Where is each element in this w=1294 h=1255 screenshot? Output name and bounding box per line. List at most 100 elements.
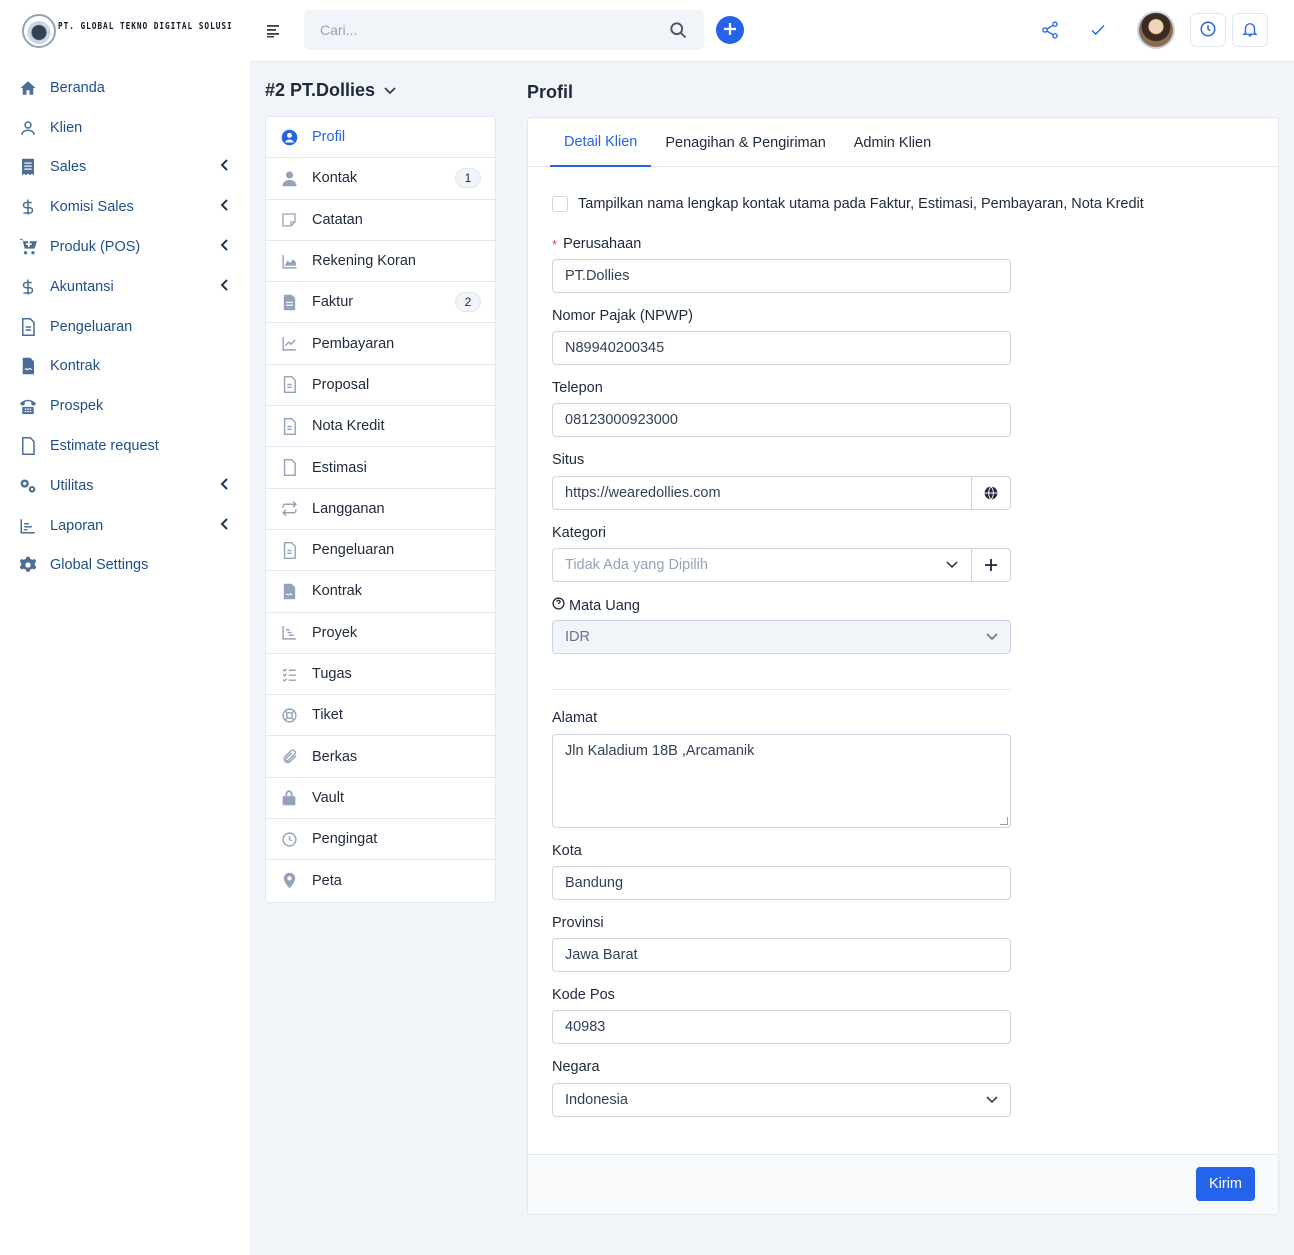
tab-catatan[interactable]: Catatan (266, 200, 495, 241)
file-icon (18, 436, 38, 456)
sidebar-item-label: Pengeluaran (50, 318, 133, 335)
category-select[interactable]: Tidak Ada yang Dipilih (552, 548, 1011, 582)
sidebar-item-akuntansi[interactable]: Akuntansi (0, 267, 250, 307)
sidebar-item-prospek[interactable]: Prospek (0, 386, 250, 426)
tab-label: Nota Kredit (312, 418, 385, 435)
sidebar-item-sales[interactable]: Sales (0, 148, 250, 188)
submit-button[interactable]: Kirim (1195, 1167, 1255, 1201)
country-value: Indonesia (565, 1092, 628, 1108)
sidebar-item-estimate-request[interactable]: Estimate request (0, 426, 250, 466)
tab-tugas[interactable]: Tugas (266, 654, 495, 696)
city-field[interactable]: Bandung (552, 866, 1011, 900)
tab-pembayaran[interactable]: Pembayaran (266, 323, 495, 365)
client-tab-list: Profil Kontak 1 Catatan Rekening Koran F… (265, 116, 496, 903)
tab-profil[interactable]: Profil (266, 117, 495, 159)
currency-label-text: Mata Uang (569, 597, 640, 614)
client-title[interactable]: #2 PT.Dollies (265, 80, 397, 101)
company-field[interactable]: PT.Dollies (552, 259, 1011, 293)
tab-faktur[interactable]: Faktur 2 (266, 282, 495, 324)
sidebar-item-beranda[interactable]: Beranda (0, 68, 250, 108)
tab-kontak[interactable]: Kontak 1 (266, 158, 495, 200)
client-name: #2 PT.Dollies (265, 80, 376, 100)
tab-label: Tugas (312, 666, 352, 682)
tab-berkas[interactable]: Berkas (266, 736, 495, 778)
tab-label: Pengeluaran (312, 542, 395, 559)
sidebar-item-produk[interactable]: Produk (POS) (0, 227, 250, 267)
tab-detail-klien[interactable]: Detail Klien (550, 118, 652, 167)
address-field[interactable]: Jln Kaladium 18B ,Arcamanik (552, 734, 1011, 828)
city-label: Kota (552, 843, 582, 859)
address-label: Alamat (552, 710, 598, 726)
sidebar-item-pengeluaran[interactable]: Pengeluaran (0, 307, 250, 347)
sidebar-item-kontrak[interactable]: Kontrak (0, 347, 250, 387)
plus-icon (723, 22, 737, 39)
show-primary-contact-checkbox[interactable] (552, 196, 568, 212)
currency-label: Mata Uang (552, 597, 640, 614)
notifications-button[interactable] (1232, 13, 1268, 47)
search-icon[interactable] (668, 20, 688, 40)
cogs-icon (18, 476, 38, 496)
sidebar-item-klien[interactable]: Klien (0, 108, 250, 148)
show-primary-contact-option[interactable]: Tampilkan nama lengkap kontak utama pada… (552, 196, 1144, 212)
category-placeholder: Tidak Ada yang Dipilih (565, 557, 708, 573)
quick-create-button[interactable] (716, 16, 744, 44)
tab-tiket[interactable]: Tiket (266, 695, 495, 737)
sidebar-item-global-settings[interactable]: Global Settings (0, 546, 250, 586)
sidebar-item-label: Akuntansi (50, 278, 114, 295)
lifebuoy-icon (280, 706, 298, 724)
tab-proyek[interactable]: Proyek (266, 613, 495, 654)
sidebar-item-utilitas[interactable]: Utilitas (0, 466, 250, 506)
topbar: Cari... (250, 0, 1294, 62)
search-placeholder: Cari... (320, 22, 358, 38)
resize-handle-icon[interactable] (1000, 817, 1008, 825)
check-icon[interactable] (1086, 18, 1110, 42)
menu-icon[interactable] (266, 22, 284, 40)
tab-nota-kredit[interactable]: Nota Kredit (266, 406, 495, 448)
sidebar-item-label: Global Settings (50, 557, 149, 574)
tab-label: Rekening Koran (312, 253, 416, 270)
add-category-button[interactable] (971, 549, 1010, 581)
currency-value: IDR (565, 629, 590, 645)
chart-icon (18, 516, 38, 536)
vat-field[interactable]: N89940200345 (552, 331, 1011, 365)
company-name: PT. GLOBAL TEKNO DIGITAL SOLUSI (58, 20, 233, 32)
search-input[interactable]: Cari... (304, 10, 704, 50)
website-field[interactable]: https://wearedollies.com (552, 476, 1011, 510)
tab-proposal[interactable]: Proposal (266, 365, 495, 407)
tab-langganan[interactable]: Langganan (266, 489, 495, 530)
state-field[interactable]: Jawa Barat (552, 938, 1011, 972)
tab-penagihan-pengiriman[interactable]: Penagihan & Pengiriman (651, 118, 839, 167)
sidebar-item-komisi-sales[interactable]: Komisi Sales (0, 187, 250, 227)
avatar[interactable] (1137, 11, 1175, 49)
user-icon (18, 118, 38, 138)
tab-pengeluaran[interactable]: Pengeluaran (266, 530, 495, 572)
paperclip-icon (280, 748, 298, 766)
phone-field[interactable]: 08123000923000 (552, 403, 1011, 437)
company-logo[interactable]: PT. GLOBAL TEKNO DIGITAL SOLUSI (22, 12, 282, 50)
document-icon (280, 376, 298, 394)
tab-admin-klien[interactable]: Admin Klien (840, 118, 945, 167)
tab-estimasi[interactable]: Estimasi (266, 447, 495, 489)
user-circle-icon (280, 128, 298, 146)
timer-button[interactable] (1190, 13, 1226, 47)
globe-icon[interactable] (971, 477, 1010, 509)
tab-peta[interactable]: Peta (266, 860, 495, 901)
section-divider (552, 689, 1011, 690)
sidebar-item-laporan[interactable]: Laporan (0, 506, 250, 546)
tab-pengingat[interactable]: Pengingat (266, 819, 495, 861)
tab-vault[interactable]: Vault (266, 778, 495, 820)
tab-kontrak[interactable]: Kontrak (266, 571, 495, 613)
note-icon (280, 211, 298, 229)
state-value: Jawa Barat (565, 947, 638, 963)
zip-field[interactable]: 40983 (552, 1010, 1011, 1044)
dollar-icon (18, 277, 38, 297)
country-select[interactable]: Indonesia (552, 1083, 1011, 1117)
sidebar: PT. GLOBAL TEKNO DIGITAL SOLUSI Beranda … (0, 0, 250, 1255)
website-value: https://wearedollies.com (565, 485, 721, 501)
help-icon[interactable] (552, 597, 565, 614)
profile-tabs: Detail Klien Penagihan & Pengiriman Admi… (528, 118, 1278, 167)
tab-label: Pengingat (312, 831, 378, 848)
share-icon[interactable] (1038, 18, 1062, 42)
contract-icon (18, 356, 38, 376)
tab-rekening-koran[interactable]: Rekening Koran (266, 241, 495, 283)
